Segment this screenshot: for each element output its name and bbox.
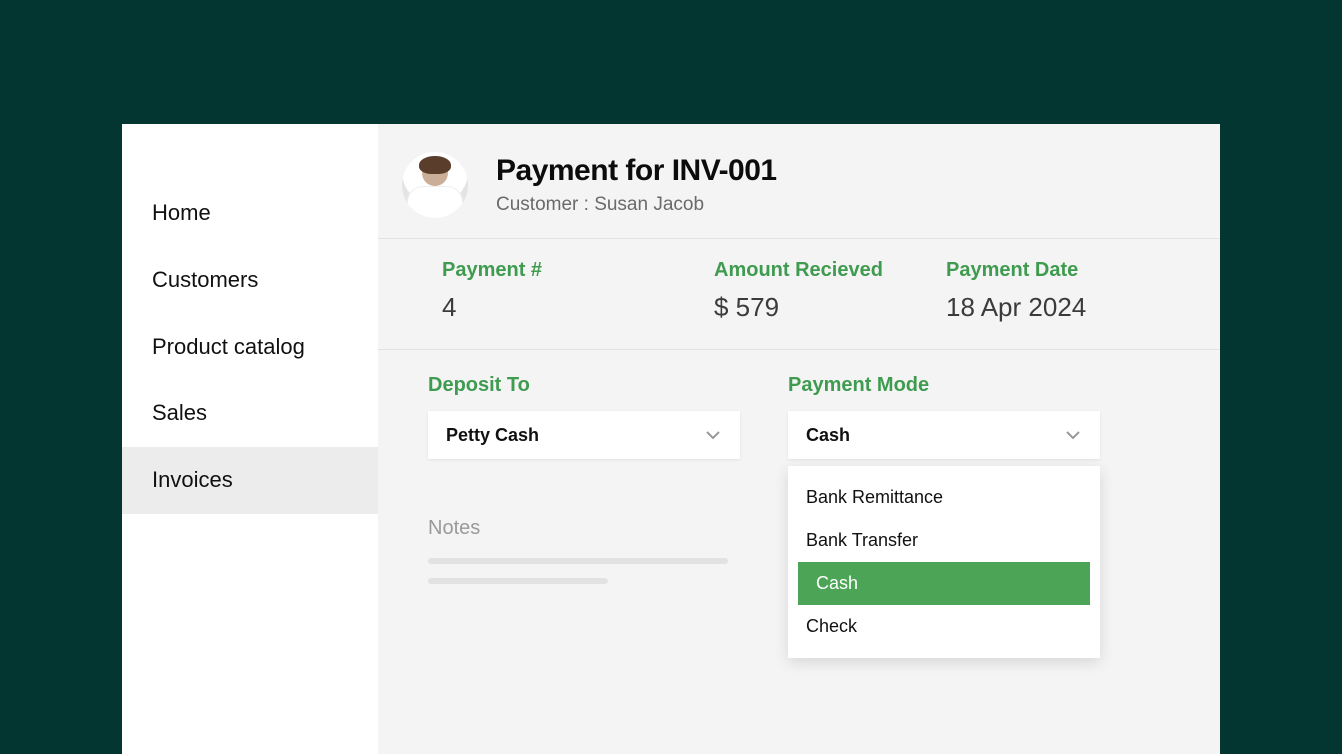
app-window: Home Customers Product catalog Sales Inv… <box>122 124 1220 754</box>
amount-received-value: $ 579 <box>714 292 946 323</box>
payment-number-value: 4 <box>442 292 714 323</box>
sidebar-item-product-catalog[interactable]: Product catalog <box>122 314 378 381</box>
dropdown-item-check[interactable]: Check <box>788 605 1100 648</box>
sidebar-item-sales[interactable]: Sales <box>122 380 378 447</box>
chevron-down-icon <box>1064 426 1082 444</box>
payment-mode-value: Cash <box>806 425 850 446</box>
payment-mode-select[interactable]: Cash <box>788 411 1100 459</box>
dropdown-item-cash[interactable]: Cash <box>798 562 1090 605</box>
payment-number-block: Payment # 4 <box>442 259 714 323</box>
notes-placeholder-line <box>428 558 728 564</box>
deposit-to-block: Deposit To Petty Cash <box>428 374 740 459</box>
payment-mode-dropdown: Bank Remittance Bank Transfer Cash Check <box>788 466 1100 658</box>
sidebar: Home Customers Product catalog Sales Inv… <box>122 124 378 754</box>
payment-info-row: Payment # 4 Amount Recieved $ 579 Paymen… <box>378 239 1220 350</box>
customer-avatar <box>402 152 468 218</box>
payment-date-value: 18 Apr 2024 <box>946 292 1146 323</box>
page-title: Payment for INV-001 <box>496 154 777 188</box>
amount-received-block: Amount Recieved $ 579 <box>714 259 946 323</box>
dropdown-item-bank-transfer[interactable]: Bank Transfer <box>788 519 1100 562</box>
sidebar-item-customers[interactable]: Customers <box>122 247 378 314</box>
dropdown-item-bank-remittance[interactable]: Bank Remittance <box>788 476 1100 519</box>
deposit-to-select[interactable]: Petty Cash <box>428 411 740 459</box>
payment-number-label: Payment # <box>442 259 714 282</box>
deposit-to-value: Petty Cash <box>446 425 539 446</box>
sidebar-item-home[interactable]: Home <box>122 180 378 247</box>
amount-received-label: Amount Recieved <box>714 259 946 282</box>
sidebar-item-invoices[interactable]: Invoices <box>122 447 378 514</box>
page-header: Payment for INV-001 Customer : Susan Jac… <box>378 124 1220 239</box>
chevron-down-icon <box>704 426 722 444</box>
payment-mode-block: Payment Mode Cash Bank Remittance Bank T… <box>788 374 1100 459</box>
deposit-to-label: Deposit To <box>428 374 740 397</box>
payment-date-block: Payment Date 18 Apr 2024 <box>946 259 1146 323</box>
notes-placeholder-line <box>428 578 608 584</box>
customer-name-label: Customer : Susan Jacob <box>496 194 777 216</box>
payment-mode-label: Payment Mode <box>788 374 1100 397</box>
main-content: Payment for INV-001 Customer : Susan Jac… <box>378 124 1220 754</box>
payment-date-label: Payment Date <box>946 259 1146 282</box>
form-row: Deposit To Petty Cash Payment Mode Cash <box>378 350 1220 459</box>
